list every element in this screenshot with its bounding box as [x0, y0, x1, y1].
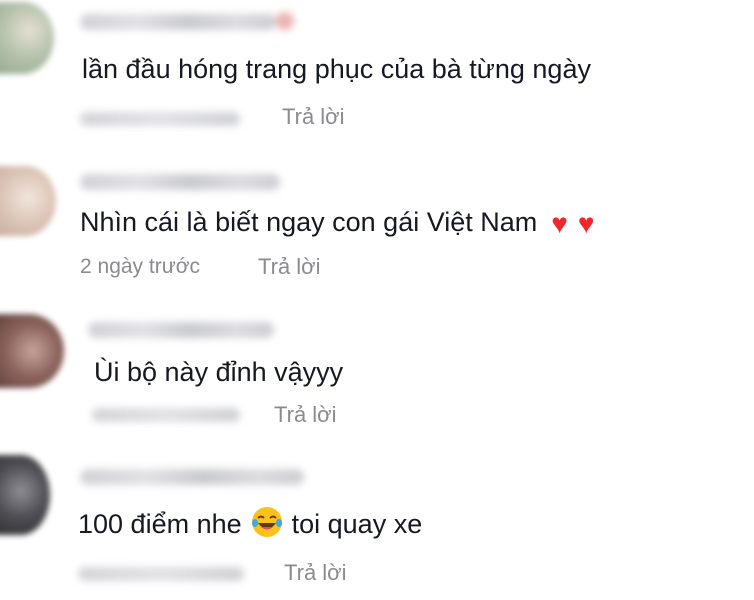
comment-item: Ùi bộ này đỉnh vậyyy Trả lời: [0, 300, 754, 445]
reply-button[interactable]: Trả lời: [274, 402, 337, 428]
comment-time: [80, 112, 240, 126]
comment-item: lần đầu hóng trang phục của bà từng ngày…: [0, 0, 754, 150]
comment-time: [78, 567, 244, 581]
comment-text: Nhìn cái là biết ngay con gái Việt Nam ♥ ♥: [80, 205, 595, 241]
comment-time: 2 ngày trước: [80, 255, 201, 278]
username[interactable]: [80, 174, 280, 190]
avatar[interactable]: [0, 2, 54, 74]
comment-text: lần đầu hóng trang phục của bà từng ngày: [82, 54, 591, 84]
reply-button[interactable]: Trả lời: [258, 254, 321, 280]
avatar[interactable]: [0, 166, 56, 236]
comment-text: 100 điểm nhe toi quay xe: [78, 505, 422, 541]
comment-text-body: Nhìn cái là biết ngay con gái Việt Nam: [80, 207, 538, 237]
comment-text-after: toi quay xe: [291, 509, 423, 539]
avatar[interactable]: [0, 314, 64, 388]
comment-item: 100 điểm nhe toi quay xe Trả lời: [0, 445, 754, 600]
reply-button[interactable]: Trả lời: [282, 104, 345, 130]
laughing-tears-emoji-icon: [250, 505, 284, 539]
reply-button[interactable]: Trả lời: [284, 560, 347, 586]
username[interactable]: [80, 12, 294, 30]
heart-icon: ♥: [551, 208, 568, 239]
comment-text: Ùi bộ này đỉnh vậyyy: [94, 357, 344, 387]
comment-text-before: 100 điểm nhe: [78, 509, 242, 539]
heart-icon: ♥: [577, 208, 595, 239]
avatar[interactable]: [0, 455, 50, 535]
username-badge-icon: [276, 12, 294, 30]
comment-time: [92, 408, 240, 422]
username[interactable]: [80, 469, 304, 485]
username[interactable]: [88, 322, 274, 338]
comment-item: Nhìn cái là biết ngay con gái Việt Nam ♥ ♥…: [0, 150, 754, 300]
